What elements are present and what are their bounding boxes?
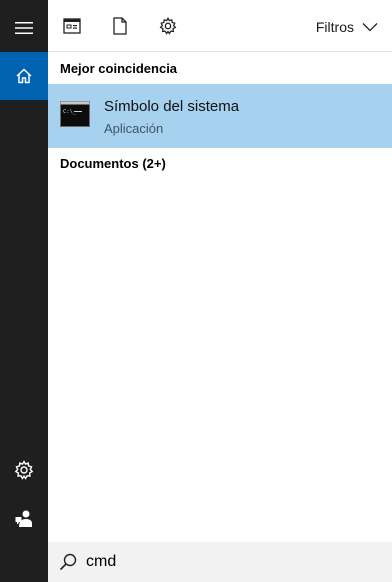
filters-dropdown[interactable]: Filtros [316,16,378,38]
documents-filter-button[interactable] [104,10,136,42]
filter-toolbar: Filtros [48,0,392,52]
user-feedback-icon [15,510,32,527]
settings-filter-button[interactable] [152,10,184,42]
navigation-rail [0,0,48,582]
search-panel: Filtros Mejor coincidencia C:\_ Símbolo … [48,0,392,582]
home-icon [16,68,32,84]
result-type: Aplicación [104,121,164,136]
settings-gear-icon [14,460,34,480]
filters-label: Filtros [315,19,354,35]
hamburger-menu-icon [15,22,33,34]
settings-button[interactable] [0,446,48,494]
chevron-down-icon [362,23,378,32]
result-name: Símbolo del sistema [104,98,240,115]
settings-gear-icon [159,17,177,35]
best-match-heading: Mejor coincidencia [60,61,178,76]
apps-icon [63,18,81,34]
menu-button[interactable] [0,4,48,52]
search-icon [59,553,77,571]
search-box[interactable] [48,542,392,582]
documents-heading[interactable]: Documentos (2+) [60,156,166,171]
best-match-result[interactable]: C:\_ Símbolo del sistema Aplicación [48,84,392,148]
command-prompt-icon: C:\_ [60,101,90,127]
search-input[interactable] [86,548,376,576]
home-button[interactable] [0,52,48,100]
feedback-button[interactable] [0,494,48,542]
apps-filter-button[interactable] [56,10,88,42]
documents-icon [113,17,127,35]
